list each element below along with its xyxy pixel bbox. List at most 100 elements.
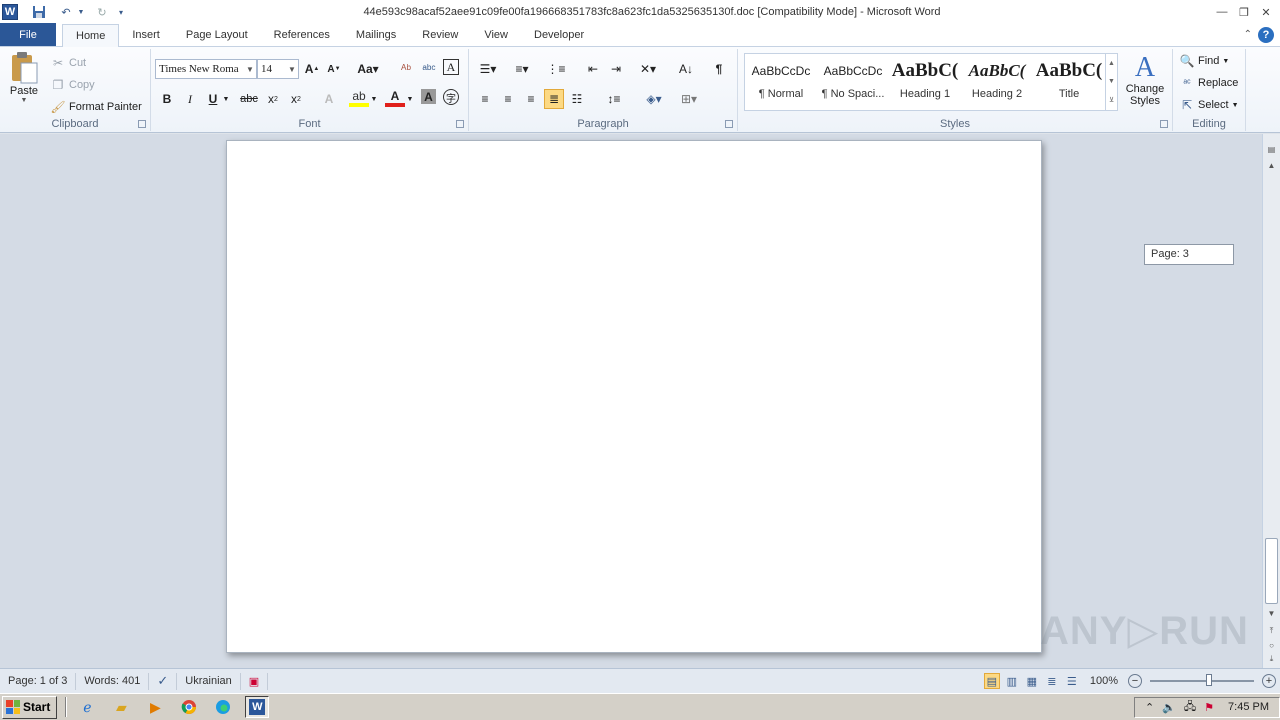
- next-page-icon[interactable]: ⤓: [1263, 652, 1280, 666]
- web-layout-view-icon[interactable]: ▦: [1024, 673, 1040, 689]
- underline-dropdown-icon[interactable]: ▼: [221, 89, 231, 109]
- start-button[interactable]: Start: [2, 695, 58, 719]
- redo-icon[interactable]: ↻: [94, 4, 110, 20]
- character-shading-icon[interactable]: A: [421, 89, 436, 104]
- styles-more-icon[interactable]: ⊻: [1109, 96, 1114, 104]
- styles-scroll-up-icon[interactable]: ▲: [1108, 60, 1115, 67]
- subscript-icon[interactable]: x2: [263, 89, 283, 109]
- asian-layout-icon[interactable]: ✕▾: [635, 59, 661, 79]
- font-dialog-launcher-icon[interactable]: [456, 120, 464, 128]
- zoom-level[interactable]: 100%: [1090, 675, 1118, 687]
- close-icon[interactable]: ✕: [1258, 4, 1274, 20]
- scroll-down-icon[interactable]: ▼: [1263, 606, 1280, 620]
- scroll-thumb[interactable]: [1265, 538, 1278, 604]
- zoom-slider[interactable]: [1150, 674, 1254, 686]
- highlight-dropdown-icon[interactable]: ▼: [369, 89, 379, 109]
- file-explorer-icon[interactable]: ▰: [109, 696, 133, 718]
- find-dropdown-icon[interactable]: ▼: [1222, 58, 1229, 65]
- align-left-icon[interactable]: ≡: [475, 89, 495, 109]
- distributed-icon[interactable]: ☷: [567, 89, 587, 109]
- font-name-dropdown-icon[interactable]: ▼: [244, 65, 256, 74]
- browse-object-icon[interactable]: ○: [1263, 638, 1280, 652]
- shading-icon[interactable]: ◈▾: [641, 89, 667, 109]
- font-color-icon[interactable]: A: [385, 89, 405, 107]
- grow-font-icon[interactable]: A ▲: [302, 59, 322, 79]
- volume-icon[interactable]: 🔈: [1162, 701, 1176, 714]
- scroll-up-icon[interactable]: ▲: [1263, 158, 1280, 172]
- select-dropdown-icon[interactable]: ▼: [1232, 102, 1239, 109]
- style-title[interactable]: AaBbC( Title: [1033, 54, 1105, 110]
- clipboard-dialog-launcher-icon[interactable]: [138, 120, 146, 128]
- edge-icon[interactable]: [211, 696, 235, 718]
- decrease-indent-icon[interactable]: ⇤: [583, 59, 603, 79]
- font-color-dropdown-icon[interactable]: ▼: [405, 89, 415, 109]
- internet-explorer-icon[interactable]: ℯ: [75, 696, 99, 718]
- minimize-ribbon-icon[interactable]: ⌃: [1244, 29, 1252, 40]
- copy-button[interactable]: ❐ Copy: [50, 77, 95, 93]
- customize-toolbar-icon[interactable]: ▾: [113, 4, 129, 20]
- superscript-icon[interactable]: x2: [286, 89, 306, 109]
- style-heading-1[interactable]: AaBbC( Heading 1: [889, 54, 961, 110]
- sort-icon[interactable]: A↓: [676, 59, 696, 79]
- font-size-dropdown-icon[interactable]: ▼: [286, 65, 298, 74]
- underline-icon[interactable]: U: [203, 89, 223, 109]
- increase-indent-icon[interactable]: ⇥: [606, 59, 626, 79]
- minimize-icon[interactable]: —: [1214, 4, 1230, 20]
- numbering-icon[interactable]: ≡▾: [509, 59, 535, 79]
- tab-view[interactable]: View: [471, 24, 521, 46]
- full-screen-reading-view-icon[interactable]: ▥: [1004, 673, 1020, 689]
- document-page[interactable]: [226, 140, 1042, 653]
- undo-icon[interactable]: ↶: [58, 4, 74, 20]
- network-icon[interactable]: 🖧: [1184, 698, 1196, 717]
- outline-view-icon[interactable]: ≣: [1044, 673, 1060, 689]
- language-indicator[interactable]: Ukrainian: [177, 672, 241, 690]
- italic-icon[interactable]: I: [180, 89, 200, 109]
- tab-review[interactable]: Review: [409, 24, 471, 46]
- style-normal[interactable]: AaBbCcDc ¶ Normal: [745, 54, 817, 110]
- previous-page-icon[interactable]: ⤒: [1263, 624, 1280, 638]
- multilevel-list-icon[interactable]: ⋮≡: [543, 59, 569, 79]
- tab-developer[interactable]: Developer: [521, 24, 597, 46]
- change-case-icon[interactable]: Aa▾: [355, 59, 381, 79]
- bold-icon[interactable]: B: [157, 89, 177, 109]
- cut-button[interactable]: ✂ Cut: [50, 55, 86, 71]
- word-count[interactable]: Words: 401: [76, 672, 150, 690]
- document-area[interactable]: Page: 3 ANY▷RUN: [0, 134, 1262, 668]
- select-button[interactable]: ⇱ Select ▼: [1179, 97, 1239, 113]
- security-icon[interactable]: ⚑: [1204, 701, 1214, 714]
- line-spacing-icon[interactable]: ↕≡: [601, 89, 627, 109]
- replace-button[interactable]: ᵃᶜ Replace: [1179, 75, 1238, 91]
- macro-recording-icon[interactable]: ▣: [241, 672, 269, 690]
- text-effects-icon[interactable]: A: [319, 89, 339, 109]
- highlight-color-icon[interactable]: ab: [349, 89, 369, 107]
- clear-formatting-icon[interactable]: ᴬᵇ: [396, 59, 416, 79]
- font-size-combo[interactable]: 14 ▼: [257, 59, 299, 79]
- tab-home[interactable]: Home: [62, 24, 120, 47]
- styles-scroll-down-icon[interactable]: ▼: [1108, 78, 1115, 85]
- align-right-icon[interactable]: ≡: [521, 89, 541, 109]
- style-heading-2[interactable]: AaBbC( Heading 2: [961, 54, 1033, 110]
- save-icon[interactable]: [31, 4, 47, 20]
- tab-page-layout[interactable]: Page Layout: [173, 24, 261, 46]
- paragraph-dialog-launcher-icon[interactable]: [725, 120, 733, 128]
- zoom-slider-thumb[interactable]: [1206, 674, 1212, 686]
- paste-dropdown-icon[interactable]: ▼: [21, 97, 28, 104]
- tab-mailings[interactable]: Mailings: [343, 24, 409, 46]
- shrink-font-icon[interactable]: A ▼: [324, 59, 344, 79]
- clock[interactable]: 7:45 PM: [1228, 701, 1269, 713]
- print-layout-view-icon[interactable]: ▤: [983, 673, 1000, 689]
- restore-icon[interactable]: ❐: [1236, 4, 1252, 20]
- page-count[interactable]: Page: 1 of 3: [0, 672, 77, 690]
- style-no-spacing[interactable]: AaBbCcDc ¶ No Spaci...: [817, 54, 889, 110]
- format-painter-button[interactable]: 🖌 Format Painter: [50, 99, 141, 115]
- show-formatting-marks-icon[interactable]: ¶: [709, 59, 729, 79]
- tray-expand-icon[interactable]: ⌃: [1145, 701, 1154, 714]
- enclose-characters-icon[interactable]: 字: [443, 89, 459, 105]
- styles-dialog-launcher-icon[interactable]: [1160, 120, 1168, 128]
- word-app-icon[interactable]: W: [2, 4, 18, 20]
- ruler-toggle-icon[interactable]: ▤: [1263, 142, 1280, 156]
- bullets-icon[interactable]: ☰▾: [475, 59, 501, 79]
- help-icon[interactable]: ?: [1258, 26, 1274, 43]
- tab-insert[interactable]: Insert: [119, 24, 173, 46]
- phonetic-guide-icon[interactable]: ᵃᵇᶜ: [419, 59, 439, 79]
